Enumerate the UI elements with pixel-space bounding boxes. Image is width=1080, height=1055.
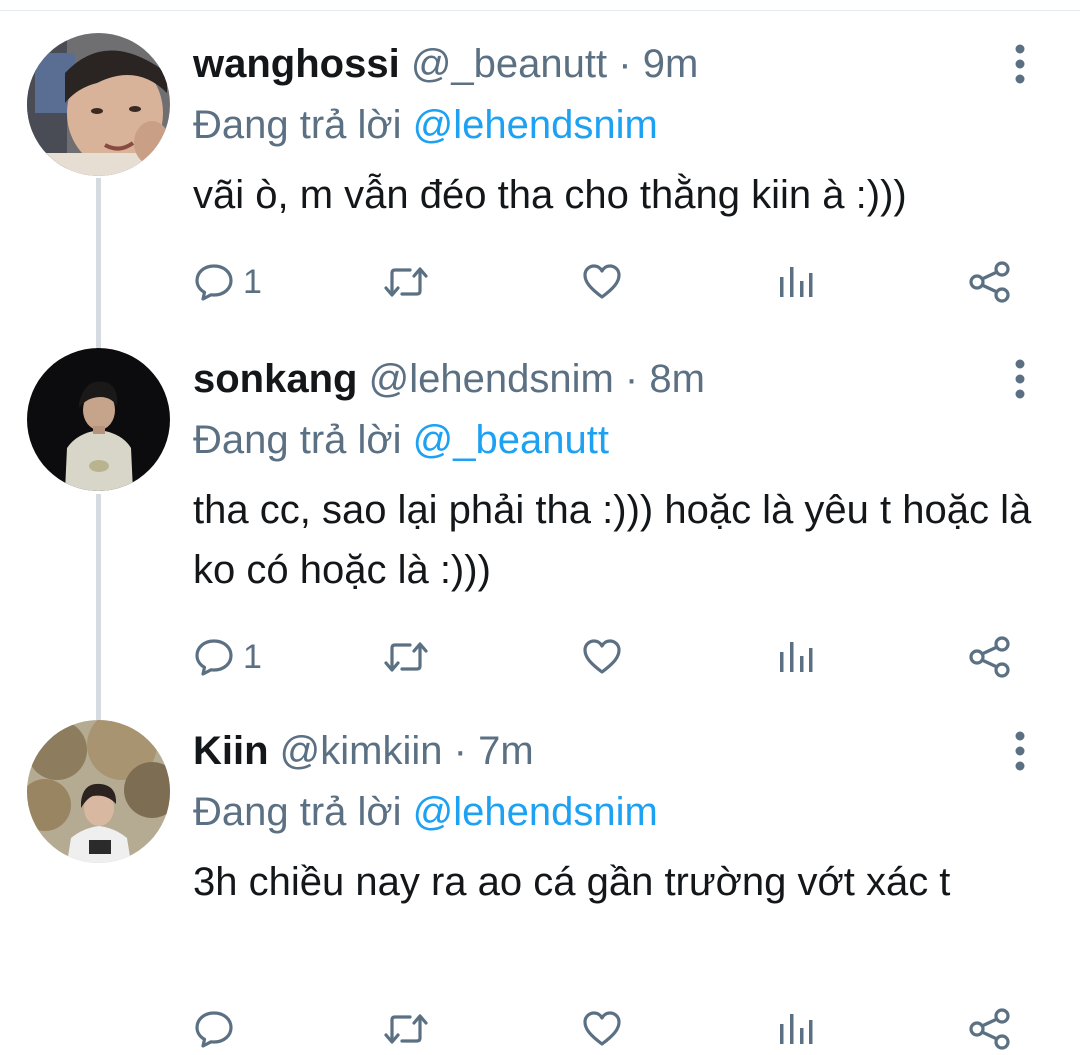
- user-photo-2-icon: [27, 348, 170, 491]
- avatar[interactable]: [27, 33, 170, 176]
- like-button[interactable]: [581, 257, 623, 307]
- more-icon[interactable]: [1005, 43, 1035, 85]
- retweet-button[interactable]: [383, 257, 429, 307]
- analytics-button[interactable]: [778, 632, 814, 682]
- mention-link[interactable]: @_beanutt: [413, 418, 609, 462]
- separator-dot: ·: [624, 357, 639, 401]
- share-button[interactable]: [968, 632, 1012, 682]
- reply-icon: [195, 1011, 233, 1048]
- share-icon: [969, 261, 1010, 303]
- reply-count: 1: [243, 637, 262, 676]
- more-icon[interactable]: [1005, 358, 1035, 400]
- display-name[interactable]: wanghossi: [193, 42, 400, 86]
- replying-to: Đang trả lời @_beanutt: [193, 410, 609, 470]
- share-button[interactable]: [968, 1004, 1012, 1054]
- reply-count: 1: [243, 262, 262, 301]
- share-icon: [969, 1008, 1010, 1050]
- share-button[interactable]: [968, 257, 1012, 307]
- tweet-header: Kiin @kimkiin · 7m: [193, 721, 534, 781]
- user-photo-3-icon: [27, 720, 170, 863]
- display-name[interactable]: sonkang: [193, 357, 357, 401]
- retweet-button[interactable]: [383, 632, 429, 682]
- share-icon: [969, 636, 1010, 678]
- top-divider: [0, 0, 1080, 11]
- tweet-actions: [0, 1004, 1080, 1054]
- user-handle[interactable]: @_beanutt: [411, 42, 607, 86]
- replying-to: Đang trả lời @lehendsnim: [193, 782, 658, 842]
- retweet-button[interactable]: [383, 1004, 429, 1054]
- replying-to-label: Đang trả lời: [193, 418, 402, 462]
- analytics-icon: [780, 267, 813, 297]
- like-button[interactable]: [581, 1004, 623, 1054]
- timestamp[interactable]: 8m: [649, 357, 705, 401]
- reply-button[interactable]: 1: [193, 632, 262, 682]
- retweet-icon: [384, 267, 428, 297]
- timestamp[interactable]: 9m: [643, 42, 699, 86]
- like-icon: [583, 1011, 621, 1046]
- user-photo-1-icon: [27, 33, 170, 176]
- like-button[interactable]: [581, 632, 623, 682]
- reply-icon: [195, 639, 233, 676]
- replying-to-label: Đang trả lời: [193, 790, 402, 834]
- reply-icon: [195, 264, 233, 301]
- tweet-text: 3h chiều nay ra ao cá gần trường vớt xác…: [193, 860, 951, 904]
- tweet-text: tha cc, sao lại phải tha :))) hoặc là yê…: [193, 488, 1032, 592]
- replying-to: Đang trả lời @lehendsnim: [193, 95, 658, 155]
- timestamp[interactable]: 7m: [478, 729, 534, 773]
- retweet-icon: [384, 1014, 428, 1044]
- mention-link[interactable]: @lehendsnim: [413, 790, 658, 834]
- tweet-header: wanghossi @_beanutt · 9m: [193, 34, 698, 94]
- tweet-actions: 1: [0, 632, 1080, 682]
- tweet-header: sonkang @lehendsnim · 8m: [193, 349, 705, 409]
- tweet-kiin[interactable]: Kiin @kimkiin · 7m Đang trả lời @lehends…: [0, 720, 1080, 1055]
- analytics-button[interactable]: [778, 1004, 814, 1054]
- avatar[interactable]: [27, 720, 170, 863]
- user-handle[interactable]: @lehendsnim: [369, 357, 614, 401]
- separator-dot: ·: [453, 729, 467, 773]
- reply-button[interactable]: 1: [193, 257, 262, 307]
- like-icon: [583, 639, 621, 674]
- mention-link[interactable]: @lehendsnim: [413, 103, 658, 147]
- reply-button[interactable]: [193, 1004, 243, 1054]
- separator-dot: ·: [618, 42, 632, 86]
- tweet-sonkang[interactable]: sonkang @lehendsnim · 8m Đang trả lời @_…: [0, 348, 1080, 688]
- tweet-text: vãi ò, m vẫn đéo tha cho thằng kiin à :)…: [193, 173, 907, 217]
- tweet-actions: 1: [0, 257, 1080, 307]
- user-handle[interactable]: @kimkiin: [280, 729, 443, 773]
- replying-to-label: Đang trả lời: [193, 103, 402, 147]
- analytics-icon: [780, 642, 813, 672]
- tweet-wanghossi[interactable]: wanghossi @_beanutt · 9m Đang trả lời @l…: [0, 33, 1080, 323]
- display-name[interactable]: Kiin: [193, 729, 269, 773]
- avatar[interactable]: [27, 348, 170, 491]
- more-icon[interactable]: [1005, 730, 1035, 772]
- analytics-button[interactable]: [778, 257, 814, 307]
- retweet-icon: [384, 642, 428, 672]
- analytics-icon: [780, 1014, 813, 1044]
- like-icon: [583, 264, 621, 299]
